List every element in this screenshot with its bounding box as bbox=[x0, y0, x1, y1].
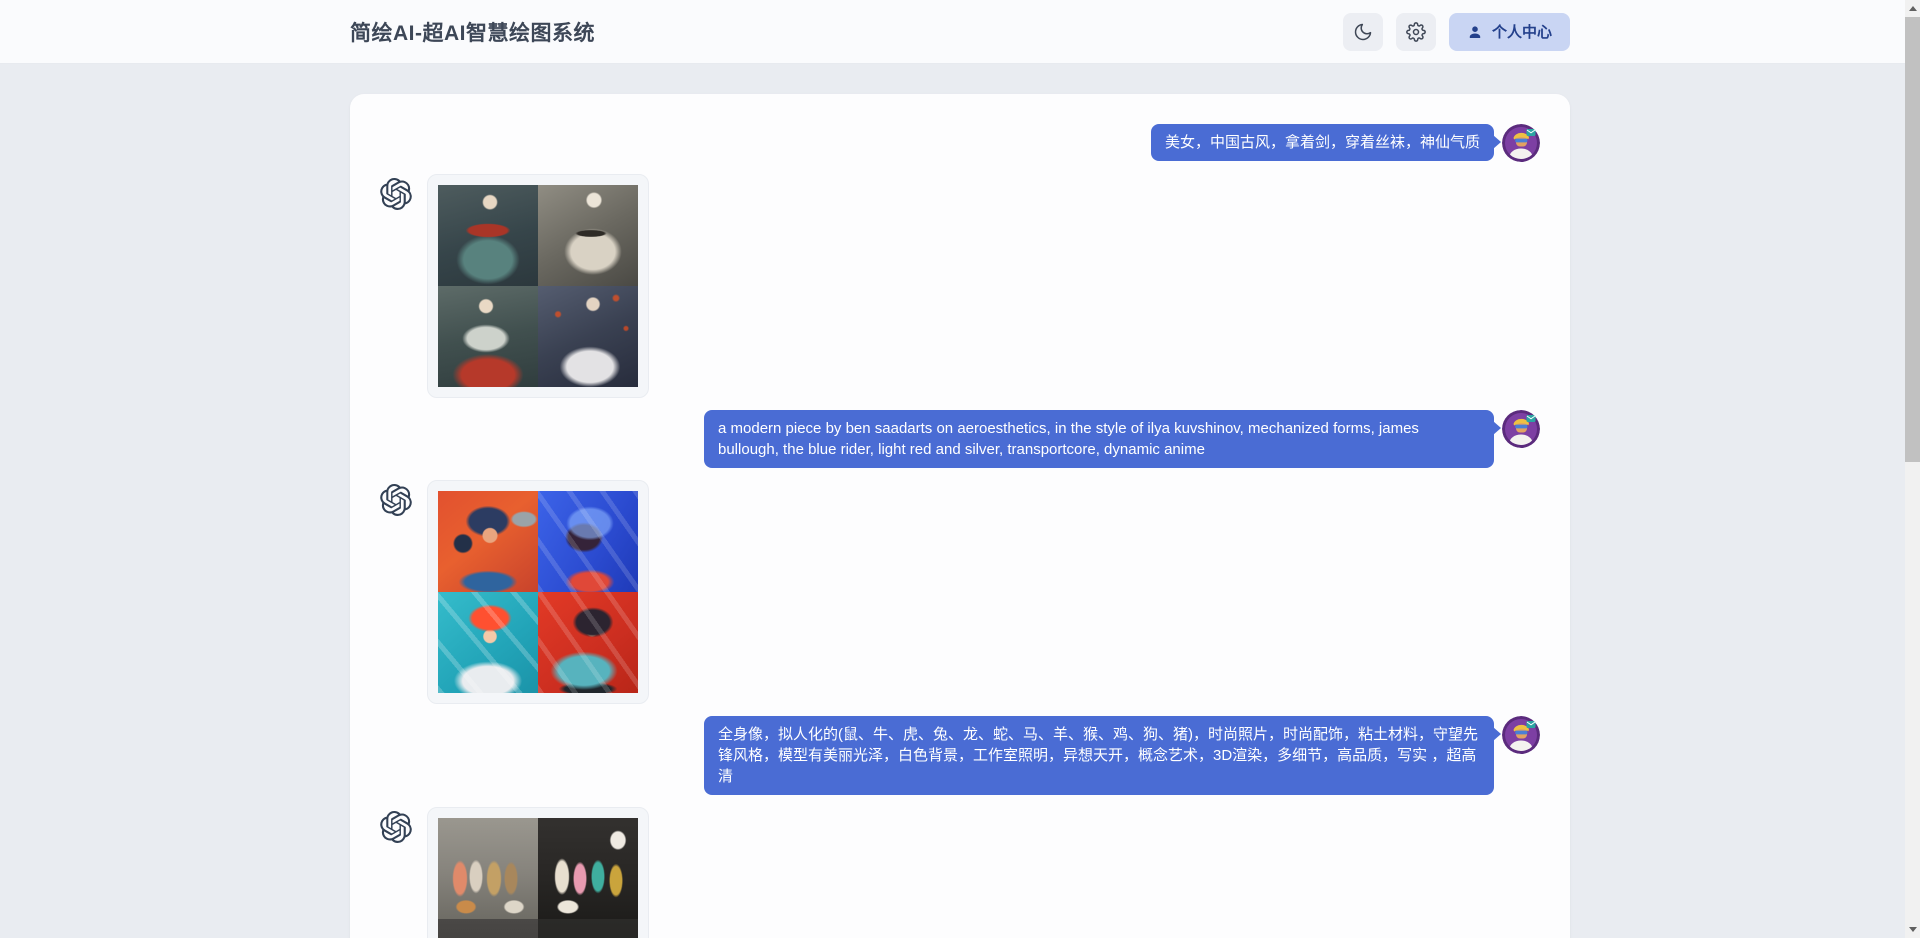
header-actions: 个人中心 bbox=[1343, 13, 1570, 51]
generated-image-card bbox=[427, 174, 649, 398]
app-header: 简绘AI-超AI智慧绘图系统 个人中心 bbox=[0, 0, 1920, 64]
scrollbar-down-arrow[interactable] bbox=[1905, 921, 1920, 938]
assistant-message-row bbox=[380, 174, 1540, 398]
generated-image[interactable] bbox=[438, 185, 538, 286]
profile-center-label: 个人中心 bbox=[1492, 21, 1552, 42]
generated-image-grid bbox=[438, 185, 638, 387]
generated-image[interactable] bbox=[438, 491, 538, 592]
settings-button[interactable] bbox=[1396, 13, 1436, 51]
user-message-row: 全身像，拟人化的(鼠、牛、虎、兔、龙、蛇、马、羊、猴、鸡、狗、猪)，时尚照片，时… bbox=[380, 716, 1540, 795]
openai-logo-icon bbox=[380, 811, 412, 843]
user-avatar bbox=[1502, 410, 1540, 448]
page-title: 简绘AI-超AI智慧绘图系统 bbox=[350, 17, 595, 47]
chat-panel: 美女，中国古风，拿着剑，穿着丝袜，神仙气质 bbox=[350, 94, 1570, 938]
openai-logo-icon bbox=[380, 178, 412, 210]
openai-logo-icon bbox=[380, 484, 412, 516]
scrollbar-thumb[interactable] bbox=[1905, 17, 1920, 462]
theme-toggle-button[interactable] bbox=[1343, 13, 1383, 51]
generated-image[interactable] bbox=[438, 286, 538, 387]
scrollbar-up-arrow[interactable] bbox=[1905, 0, 1920, 17]
profile-center-button[interactable]: 个人中心 bbox=[1449, 13, 1570, 51]
generated-image[interactable] bbox=[438, 919, 538, 938]
generated-image[interactable] bbox=[538, 818, 638, 919]
user-message-bubble: 美女，中国古风，拿着剑，穿着丝袜，神仙气质 bbox=[1151, 124, 1494, 161]
user-message-row: a modern piece by ben saadarts on aeroes… bbox=[380, 410, 1540, 468]
generated-image[interactable] bbox=[538, 491, 638, 592]
assistant-message-row bbox=[380, 480, 1540, 704]
user-avatar bbox=[1502, 124, 1540, 162]
header-inner: 简绘AI-超AI智慧绘图系统 个人中心 bbox=[350, 13, 1570, 51]
user-message-bubble: 全身像，拟人化的(鼠、牛、虎、兔、龙、蛇、马、羊、猴、鸡、狗、猪)，时尚照片，时… bbox=[704, 716, 1494, 795]
user-message-row: 美女，中国古风，拿着剑，穿着丝袜，神仙气质 bbox=[380, 124, 1540, 162]
generated-image[interactable] bbox=[538, 919, 638, 938]
user-message-bubble: a modern piece by ben saadarts on aeroes… bbox=[704, 410, 1494, 468]
generated-image[interactable] bbox=[538, 592, 638, 693]
generated-image-grid bbox=[438, 818, 638, 938]
user-icon bbox=[1467, 24, 1483, 40]
generated-image[interactable] bbox=[538, 286, 638, 387]
gear-icon bbox=[1406, 22, 1426, 42]
generated-image-card bbox=[427, 807, 649, 938]
page-scrollbar[interactable] bbox=[1905, 0, 1920, 938]
generated-image-grid bbox=[438, 491, 638, 693]
generated-image[interactable] bbox=[438, 818, 538, 919]
generated-image-card bbox=[427, 480, 649, 704]
user-avatar bbox=[1502, 716, 1540, 754]
moon-icon bbox=[1353, 22, 1373, 42]
generated-image[interactable] bbox=[438, 592, 538, 693]
assistant-message-row bbox=[380, 807, 1540, 938]
generated-image[interactable] bbox=[538, 185, 638, 286]
